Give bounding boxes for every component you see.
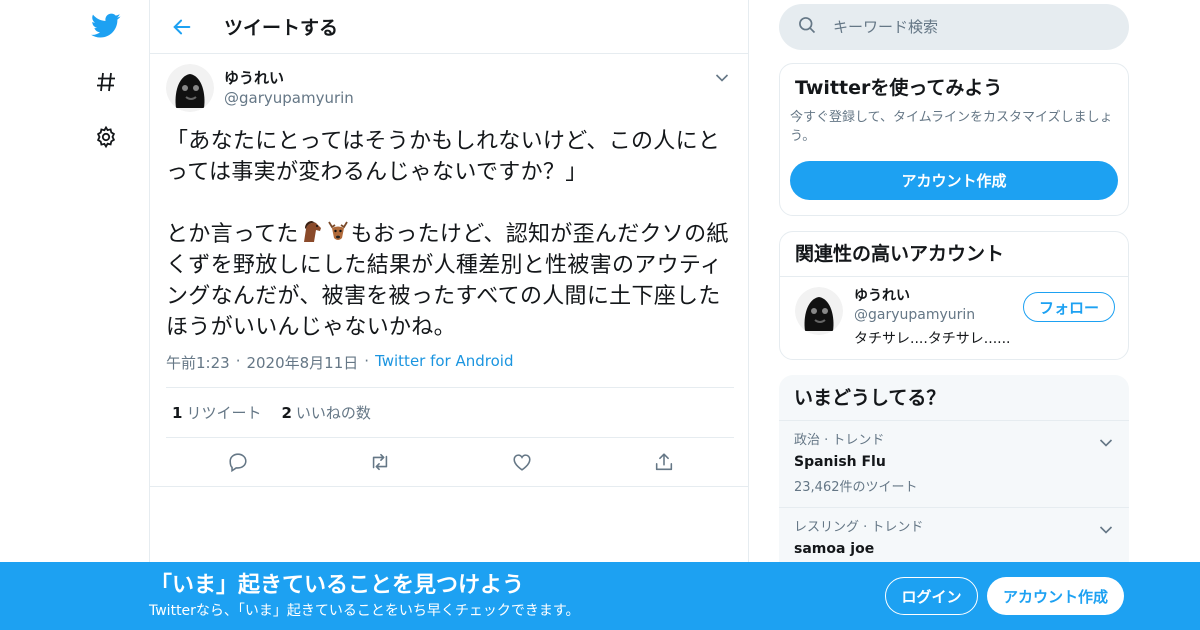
chevron-down-icon[interactable] — [1099, 433, 1113, 452]
author-name[interactable]: ゆうれい — [224, 68, 354, 88]
hashtag-icon[interactable] — [90, 66, 122, 98]
trend-category: 政治 · トレンド — [794, 433, 885, 448]
tweet-author[interactable]: ゆうれい @garyupamyurin — [166, 64, 354, 112]
avatar[interactable] — [795, 287, 843, 335]
search-input[interactable] — [831, 17, 1091, 37]
related-accounts-title: 関連性の高いアカウント — [795, 243, 1005, 265]
trend-name: Spanish Flu — [794, 454, 886, 470]
chevron-down-icon[interactable] — [1099, 520, 1113, 539]
related-account-bio: タチサレ....タチサレ...... — [854, 331, 1011, 347]
login-button[interactable]: ログイン — [885, 577, 978, 615]
signup-card-title: Twitterを使ってみよう — [795, 77, 1003, 99]
signup-card-description: 今すぐ登録して、タイムラインをカスタマイズしましょう。 — [790, 110, 1113, 144]
tweet-column: ツイートする ゆうれい @garyupamyurin 「あなたにとってはそうかも… — [149, 0, 749, 630]
divider — [150, 486, 748, 487]
like-heart-icon[interactable] — [510, 450, 534, 474]
retweet-stat[interactable]: 1 リツイート — [172, 402, 261, 423]
tweet-text: 「あなたにとってはそうかもしれないけど、この人にとっては事実が変わるんじゃないで… — [166, 126, 736, 343]
author-handle[interactable]: @garyupamyurin — [224, 88, 354, 108]
related-accounts-card: 関連性の高いアカウント ゆうれい @garyupamyurin タチサレ....… — [779, 231, 1129, 360]
tweet-meta: 午前1:23 · 2020年8月11日 · Twitter for Androi… — [166, 352, 514, 373]
share-icon[interactable] — [652, 450, 676, 474]
trend-category: レスリング · トレンド — [794, 520, 924, 535]
column-header: ツイートする — [150, 0, 748, 54]
separator-dot: · — [235, 352, 241, 370]
search-bar[interactable] — [779, 4, 1129, 50]
separator-dot: · — [364, 352, 370, 370]
like-label: いいねの数 — [295, 404, 371, 422]
search-icon — [797, 15, 817, 39]
horse-emoji-icon — [300, 220, 324, 244]
banner-create-account-button[interactable]: アカウント作成 — [987, 577, 1124, 615]
like-count: 2 — [281, 404, 292, 422]
banner-title: 「いま」起きていることを見つけよう — [150, 573, 525, 598]
twitter-bird-icon[interactable] — [90, 10, 122, 42]
retweet-count: 1 — [172, 404, 183, 422]
back-arrow-icon[interactable] — [152, 0, 212, 54]
banner-subtitle: Twitterなら、「いま」起きていることをいち早くチェックできます。 — [149, 603, 580, 619]
related-account-row[interactable]: ゆうれい @garyupamyurin タチサレ....タチサレ...... フ… — [780, 276, 1128, 359]
trends-card: いまどうしてる？ 政治 · トレンド Spanish Flu 23,462件のツ… — [779, 375, 1129, 575]
signup-card: Twitterを使ってみよう 今すぐ登録して、タイムラインをカスタマイズしましょ… — [779, 63, 1129, 216]
page-title: ツイートする — [224, 17, 339, 39]
like-stat[interactable]: 2 いいねの数 — [281, 402, 370, 423]
related-account-handle[interactable]: @garyupamyurin — [854, 305, 975, 325]
related-account-name[interactable]: ゆうれい — [854, 286, 910, 306]
tweet-time: 午前1:23 — [166, 354, 230, 372]
deer-emoji-icon — [326, 220, 350, 244]
retweet-label: リツイート — [186, 404, 262, 422]
gear-icon[interactable] — [90, 121, 122, 153]
chevron-down-icon[interactable] — [710, 68, 734, 88]
tweet-stats: 1 リツイート 2 いいねの数 — [166, 387, 734, 438]
tweet-date: 2020年8月11日 — [246, 354, 359, 372]
trend-name: samoa joe — [794, 541, 875, 557]
retweet-icon[interactable] — [368, 450, 392, 474]
trend-count: 23,462件のツイート — [794, 480, 918, 495]
tweet-source-link[interactable]: Twitter for Android — [375, 352, 513, 373]
avatar[interactable] — [166, 64, 214, 112]
reply-icon[interactable] — [226, 450, 250, 474]
trends-title: いまどうしてる？ — [794, 387, 946, 409]
create-account-button[interactable]: アカウント作成 — [790, 161, 1118, 200]
follow-button[interactable]: フォロー — [1023, 292, 1115, 322]
tweet-actions — [166, 438, 734, 486]
trend-item[interactable]: 政治 · トレンド Spanish Flu 23,462件のツイート — [779, 420, 1129, 507]
